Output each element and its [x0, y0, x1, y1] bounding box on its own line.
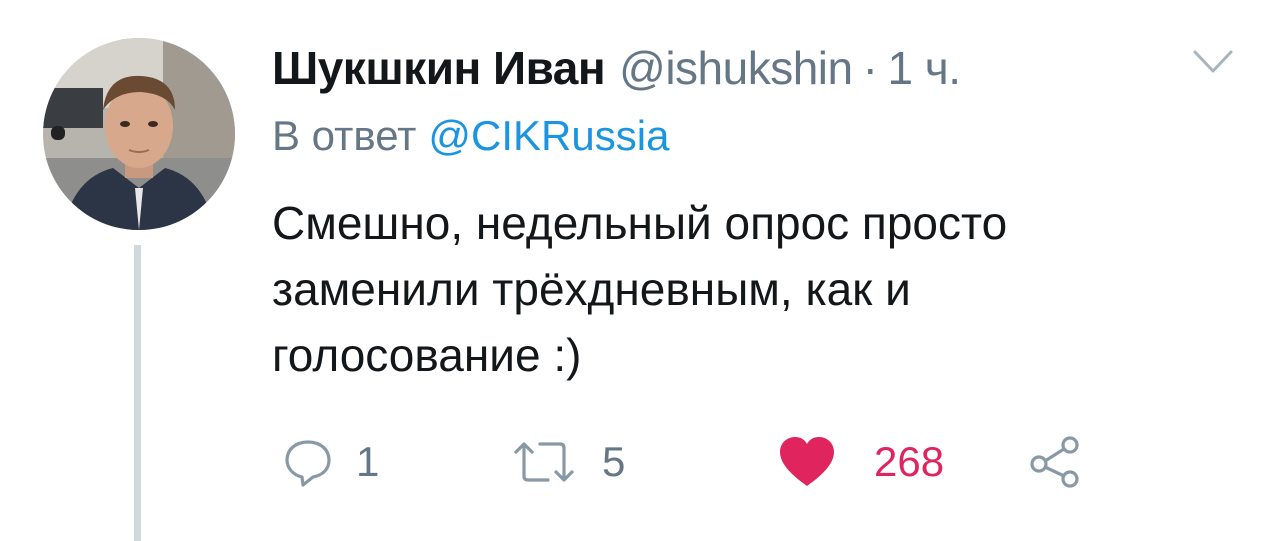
chevron-down-icon[interactable] — [1192, 48, 1234, 76]
author-handle[interactable]: @ishukshin — [619, 41, 853, 95]
share-icon — [1030, 436, 1079, 488]
timestamp[interactable]: 1 ч. — [887, 41, 961, 95]
author-name[interactable]: Шукшкин Иван — [272, 41, 606, 95]
tweet-text-line: заменили трёхдневным, как и — [272, 263, 911, 315]
avatar[interactable] — [43, 38, 235, 230]
separator-dot: · — [862, 42, 878, 94]
share-button[interactable] — [1028, 430, 1084, 494]
tweet[interactable]: Шукшкин Иван @ishukshin · 1 ч. В ответ @C… — [0, 0, 1280, 541]
like-count: 268 — [874, 438, 945, 485]
reply-button[interactable]: 1 — [282, 430, 379, 494]
tweet-text-line: голосование :) — [272, 329, 582, 381]
retweet-button[interactable]: 5 — [510, 430, 625, 494]
tweet-header: Шукшкин Иван @ishukshin · 1 ч. — [272, 38, 961, 98]
reply-prefix: В ответ — [272, 112, 417, 159]
reply-mention-link[interactable]: @CIKRussia — [428, 112, 669, 159]
reply-count: 1 — [356, 438, 380, 485]
reply-context: В ответ @CIKRussia — [272, 112, 669, 160]
like-button[interactable]: 268 — [778, 430, 944, 494]
retweet-icon — [514, 442, 574, 482]
thread-line — [134, 245, 141, 541]
reply-icon — [285, 440, 331, 487]
tweet-text: Смешно, недельный опрос просто заменили … — [272, 190, 1232, 388]
tweet-text-line: Смешно, недельный опрос просто — [272, 197, 1008, 249]
heart-icon — [780, 437, 834, 486]
retweet-count: 5 — [602, 438, 626, 485]
